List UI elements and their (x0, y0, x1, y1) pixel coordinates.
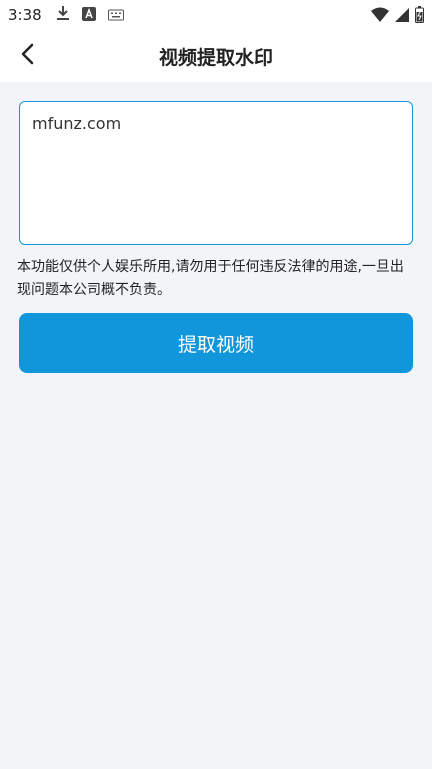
download-icon (56, 5, 70, 25)
status-bar: 3:38 (0, 0, 432, 30)
extract-video-button[interactable]: 提取视频 (19, 313, 413, 373)
app-header: 视频提取水印 (0, 30, 432, 82)
battery-icon (415, 6, 424, 27)
cellular-signal-icon (395, 7, 409, 27)
page-title: 视频提取水印 (158, 46, 273, 69)
keyboard-icon (107, 6, 124, 25)
back-chevron-icon (20, 42, 36, 70)
status-icons-right (371, 6, 424, 27)
video-url-input[interactable]: mfunz.com (19, 101, 413, 245)
status-icons-left (56, 5, 124, 25)
status-time: 3:38 (8, 6, 42, 24)
wifi-icon (371, 7, 389, 27)
extract-video-button-label: 提取视频 (177, 333, 254, 356)
disclaimer-text: 本功能仅供个人娱乐所用,请勿用于任何违反法律的用途,一旦出现问题本公司概不负责。 (17, 259, 404, 298)
back-button[interactable] (10, 38, 46, 74)
font-app-icon (81, 6, 96, 25)
